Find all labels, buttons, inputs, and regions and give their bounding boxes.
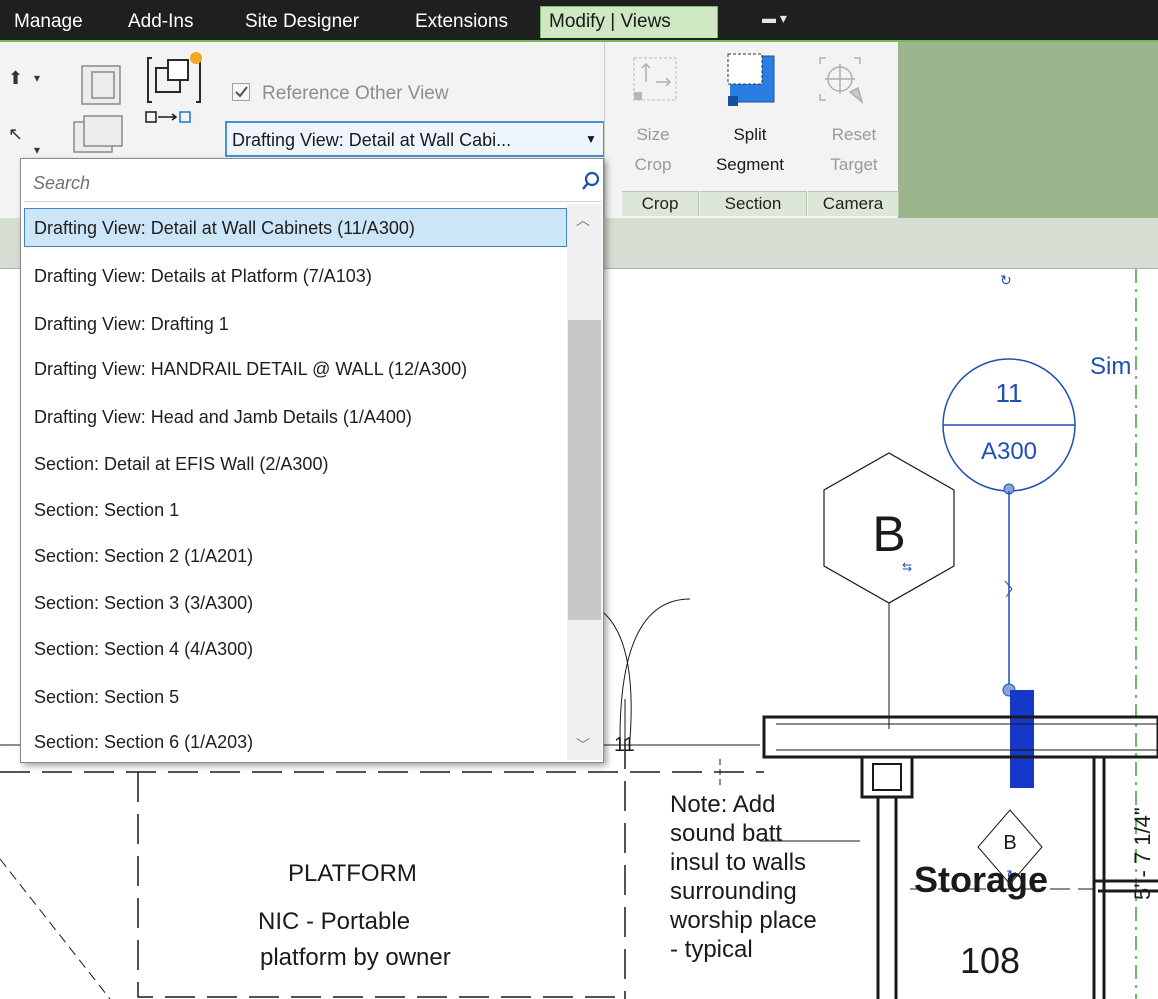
size-crop-icon — [633, 57, 677, 101]
callout-sheet: A300 — [980, 438, 1038, 465]
split-segment-icon — [727, 53, 775, 106]
list-item[interactable]: Drafting View: Head and Jamb Details (1/… — [34, 405, 412, 429]
list-item[interactable]: Section: Section 2 (1/A201) — [34, 544, 253, 568]
ribbon-tab-bar: Manage Add-Ins Site Designer Extensions … — [0, 0, 1158, 40]
elevation-tag[interactable]: ⇆ — [823, 452, 955, 729]
list-item[interactable]: Drafting View: Drafting 1 — [34, 312, 229, 336]
split-segment-label-2: Segment — [715, 155, 785, 174]
note-line: worship place — [670, 907, 817, 934]
hex-tag-label: B — [872, 506, 906, 562]
tab-add-ins[interactable]: Add-Ins — [128, 8, 193, 36]
tab-manage[interactable]: Manage — [14, 8, 83, 36]
rotate-icon[interactable]: ↻ — [1000, 272, 1012, 288]
list-item[interactable]: Drafting View: Detail at Wall Cabinets (… — [34, 216, 415, 240]
search-placeholder: Search — [33, 173, 91, 193]
search-icon[interactable] — [580, 170, 602, 192]
checkmark-icon — [235, 86, 248, 98]
view-reference-combo-value: Drafting View: Detail at Wall Cabi... — [232, 130, 512, 150]
note-line: - typical — [670, 936, 753, 963]
panel-separator — [604, 42, 605, 218]
section-head-marker[interactable] — [1010, 690, 1034, 788]
platform-note-1: NIC - Portable — [258, 908, 411, 935]
panel-title-camera: Camera — [808, 191, 899, 216]
reset-target-label-2: Target — [830, 155, 878, 174]
reset-target-label-1: Reset — [831, 125, 877, 144]
ribbon-empty-area — [898, 42, 1158, 218]
list-item[interactable]: Section: Section 3 (3/A300) — [34, 591, 253, 615]
panel-title-crop: Crop — [622, 191, 699, 216]
sim-label: Sim — [1090, 353, 1132, 380]
reference-other-view-checkbox[interactable] — [232, 83, 250, 101]
panel-title-section: Section — [700, 191, 807, 216]
svg-text:⬆: ⬆ — [8, 68, 23, 88]
tab-modify-views[interactable]: Modify | Views — [540, 6, 718, 38]
reset-target-button[interactable]: Reset Target — [812, 120, 896, 180]
list-item[interactable]: Section: Section 4 (4/A300) — [34, 637, 253, 661]
callout-number: 11 — [995, 378, 1023, 408]
tab-site-designer[interactable]: Site Designer — [245, 8, 359, 36]
room-name: Storage — [914, 859, 1049, 900]
note-line: insul to walls — [670, 849, 807, 876]
search-input[interactable] — [24, 162, 602, 202]
list-item[interactable]: Section: Detail at EFIS Wall (2/A300) — [34, 452, 328, 476]
scroll-down-icon[interactable]: ﹀ — [576, 735, 590, 755]
svg-text:▾: ▾ — [34, 71, 40, 85]
list-item[interactable]: Drafting View: Details at Platform (7/A1… — [34, 264, 372, 288]
ribbon-button-icons — [633, 53, 864, 106]
quick-access-dropdown-icon[interactable]: ▬ ▾ — [762, 10, 792, 30]
note-line: surrounding — [670, 878, 797, 905]
tab-extensions[interactable]: Extensions — [415, 8, 508, 36]
dimension-text: 5' - 7 1/4" — [1130, 807, 1155, 900]
note-line: sound batt — [670, 820, 783, 847]
list-item[interactable]: Section: Section 1 — [34, 498, 179, 522]
size-crop-button[interactable]: Size Crop — [618, 120, 688, 180]
platform-note-2: platform by owner — [260, 944, 451, 971]
scrollbar-thumb[interactable] — [568, 320, 601, 620]
svg-text:▾: ▾ — [34, 143, 40, 157]
list-item[interactable]: Section: Section 5 — [34, 685, 179, 709]
list-item[interactable]: Drafting View: HANDRAIL DETAIL @ WALL (1… — [34, 357, 467, 381]
list-item[interactable]: Section: Section 6 (1/A203) — [34, 730, 253, 754]
platform-title: PLATFORM — [288, 860, 417, 887]
split-segment-label-1: Split — [733, 125, 767, 144]
size-crop-label-2: Crop — [634, 155, 672, 174]
reference-other-view-label: Reference Other View — [262, 83, 449, 104]
scroll-up-icon[interactable]: ︿ — [576, 210, 590, 230]
combo-dropdown-arrow-icon[interactable]: ▼ — [585, 132, 597, 146]
size-crop-label-1: Size — [636, 125, 670, 144]
room-number: 108 — [960, 940, 1021, 981]
view-tools-icons[interactable]: ⬆ ▾ ↖ ▾ — [0, 44, 225, 159]
reset-target-icon — [819, 57, 864, 105]
svg-text:↖: ↖ — [8, 124, 23, 144]
note-text: Note: Add sound batt insul to walls surr… — [670, 790, 817, 964]
diamond-tag-label: B — [1003, 832, 1017, 854]
split-segment-button[interactable]: Split Segment — [700, 120, 800, 180]
note-line: Note: Add — [670, 791, 776, 818]
